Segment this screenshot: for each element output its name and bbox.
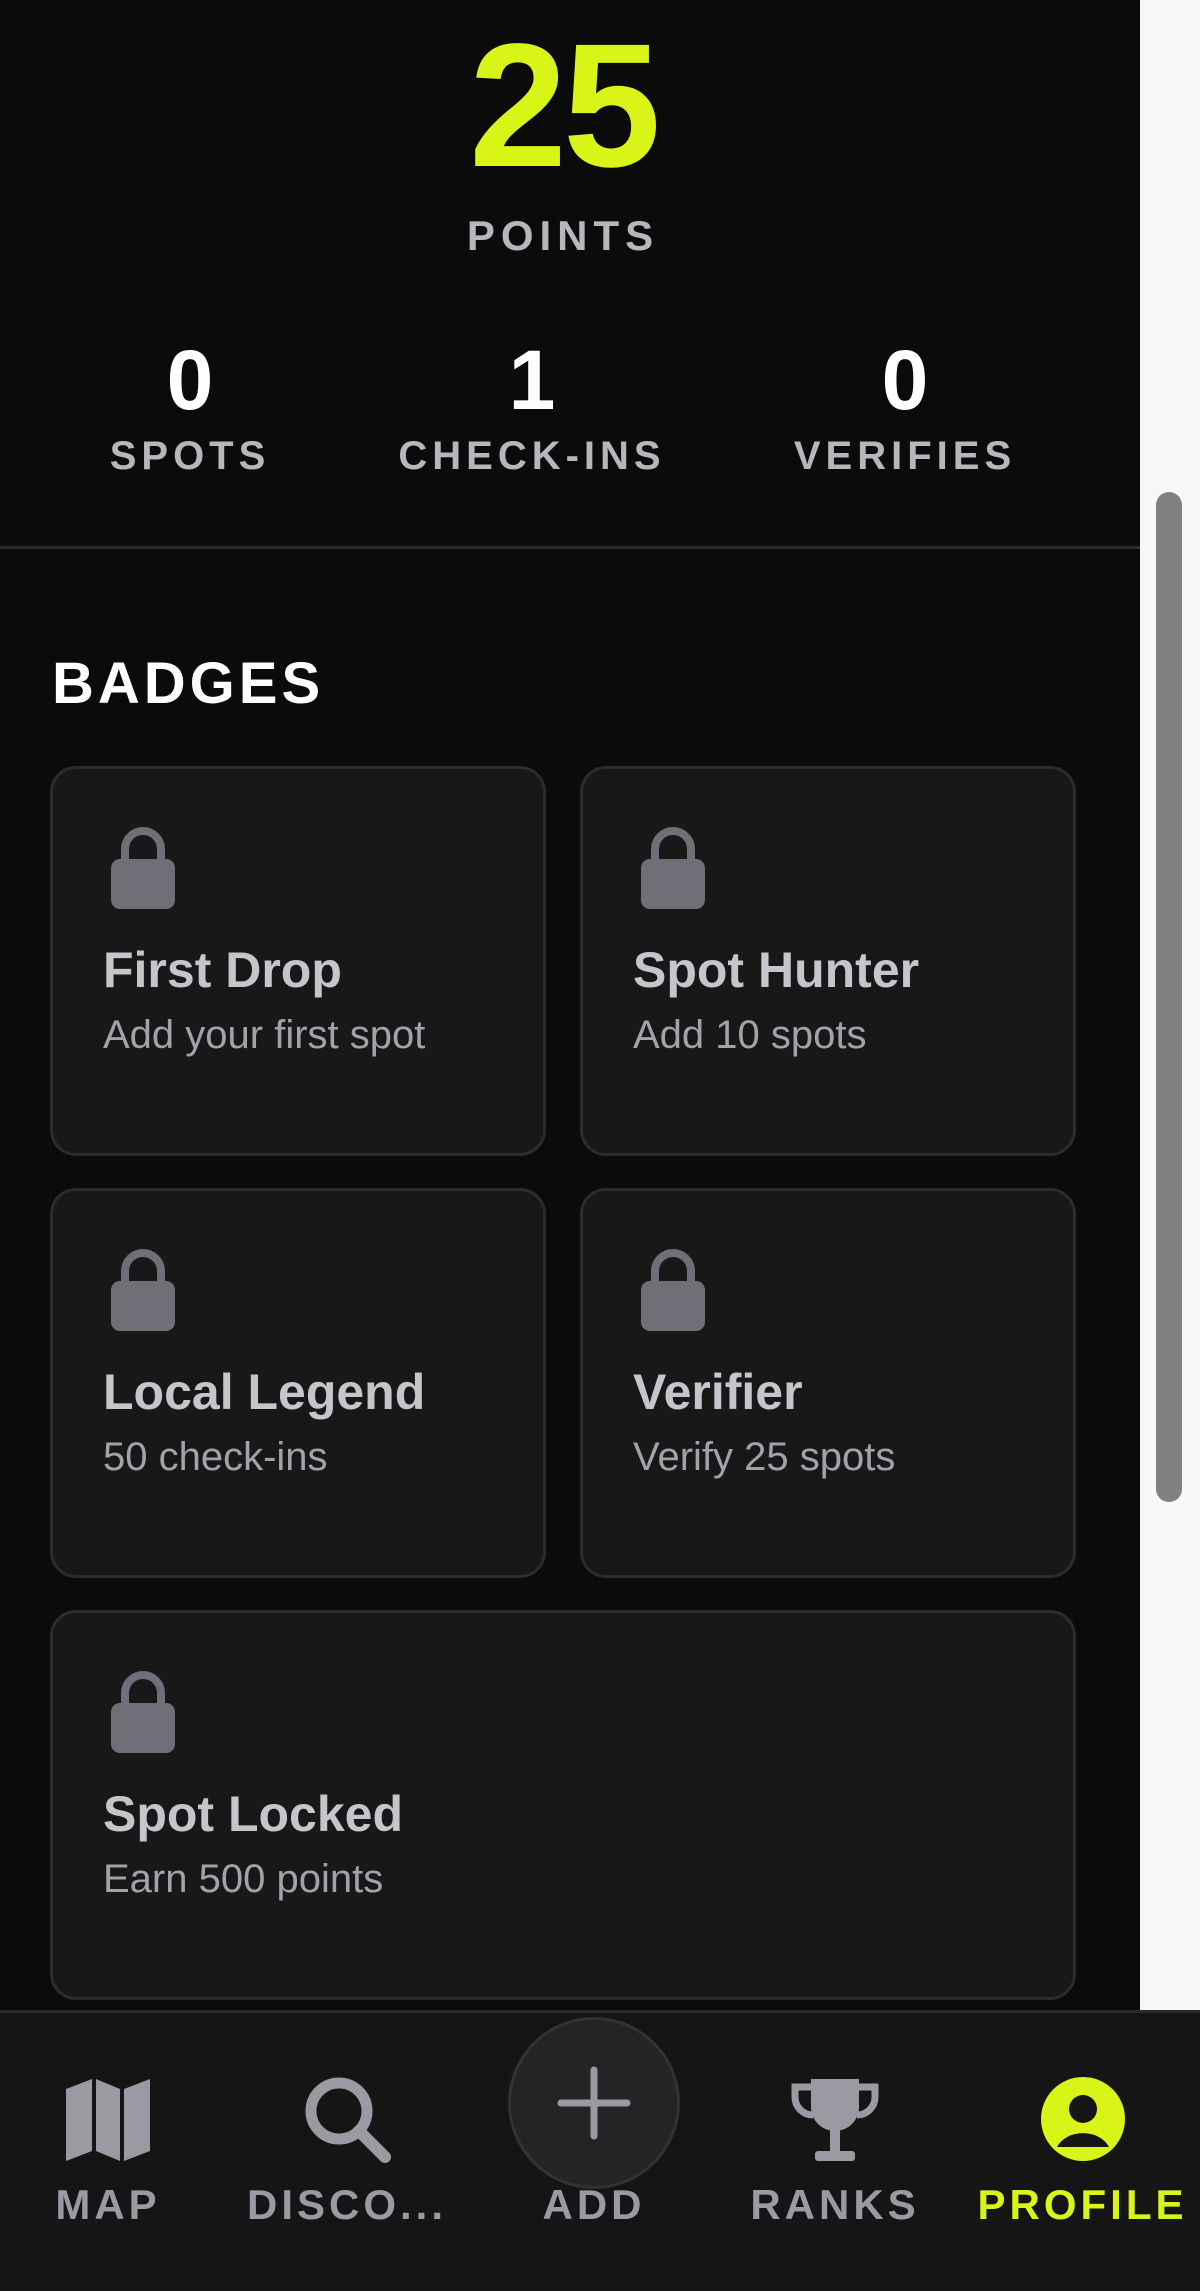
stat-verifies-label: VERIFIES <box>793 434 1017 478</box>
stat-check-ins-value: 1 <box>508 333 556 427</box>
badge-name: First Drop <box>103 942 342 998</box>
badge-description: 50 check-ins <box>103 1435 328 1479</box>
badge-name: Local Legend <box>103 1364 426 1420</box>
bottom-nav: MAP DISCO... ADD RANKS PROFILE <box>0 2010 1200 2291</box>
badge-description: Earn 500 points <box>103 1857 384 1901</box>
badge-card-local-legend[interactable]: Local Legend 50 check-ins <box>50 1188 546 1578</box>
profile-screen: 25 POINTS 0 SPOTS 1 CHECK-INS 0 VERIFIES… <box>0 0 1200 2291</box>
stats-divider <box>0 546 1140 549</box>
badge-description: Add 10 spots <box>633 1013 867 1057</box>
nav-label-profile: PROFILE <box>977 2181 1188 2228</box>
nav-item-map[interactable]: MAP <box>0 2013 216 2291</box>
trophy-icon <box>791 2079 879 2161</box>
scrollbar-thumb[interactable] <box>1156 492 1182 1502</box>
badge-description: Add your first spot <box>103 1013 426 1057</box>
badge-card-first-drop[interactable]: First Drop Add your first spot <box>50 766 546 1156</box>
nav-item-add[interactable]: ADD <box>484 2013 704 2291</box>
stat-check-ins: 1 CHECK-INS <box>362 330 702 479</box>
stat-verifies-value: 0 <box>881 333 929 427</box>
points-label: POINTS <box>466 212 660 259</box>
add-button[interactable] <box>508 2017 680 2189</box>
badge-description: Verify 25 spots <box>633 1435 896 1479</box>
scrollbar-track[interactable] <box>1140 0 1200 2010</box>
profile-content: 25 POINTS 0 SPOTS 1 CHECK-INS 0 VERIFIES… <box>0 0 1140 2010</box>
nav-item-ranks[interactable]: RANKS <box>730 2013 940 2291</box>
user-icon <box>1040 2077 1125 2161</box>
stat-check-ins-label: CHECK-INS <box>398 434 666 478</box>
stat-spots-label: SPOTS <box>109 434 271 478</box>
points-value: 25 <box>469 8 661 204</box>
lock-icon <box>641 827 705 909</box>
plus-icon <box>557 2066 631 2140</box>
lock-icon <box>111 1249 175 1331</box>
badge-name: Verifier <box>633 1364 803 1420</box>
badge-name: Spot Locked <box>103 1786 404 1842</box>
stat-spots: 0 SPOTS <box>20 330 360 479</box>
search-icon <box>305 2077 391 2163</box>
lock-icon <box>111 1671 175 1753</box>
badge-name: Spot Hunter <box>633 942 920 998</box>
badge-card-spot-locked[interactable]: Spot Locked Earn 500 points <box>50 1610 1076 2000</box>
map-icon <box>66 2079 150 2161</box>
nav-label-add: ADD <box>542 2181 646 2228</box>
nav-label-discover: DISCO... <box>246 2181 448 2228</box>
nav-item-profile[interactable]: PROFILE <box>965 2013 1200 2291</box>
nav-label-ranks: RANKS <box>750 2181 920 2228</box>
nav-label-map: MAP <box>55 2181 161 2228</box>
stat-spots-value: 0 <box>166 333 214 427</box>
stat-verifies: 0 VERIFIES <box>735 330 1075 479</box>
badge-card-spot-hunter[interactable]: Spot Hunter Add 10 spots <box>580 766 1076 1156</box>
lock-icon <box>641 1249 705 1331</box>
lock-icon <box>111 827 175 909</box>
badges-heading: BADGES <box>52 651 325 716</box>
badge-card-verifier[interactable]: Verifier Verify 25 spots <box>580 1188 1076 1578</box>
nav-item-discover[interactable]: DISCO... <box>232 2013 462 2291</box>
